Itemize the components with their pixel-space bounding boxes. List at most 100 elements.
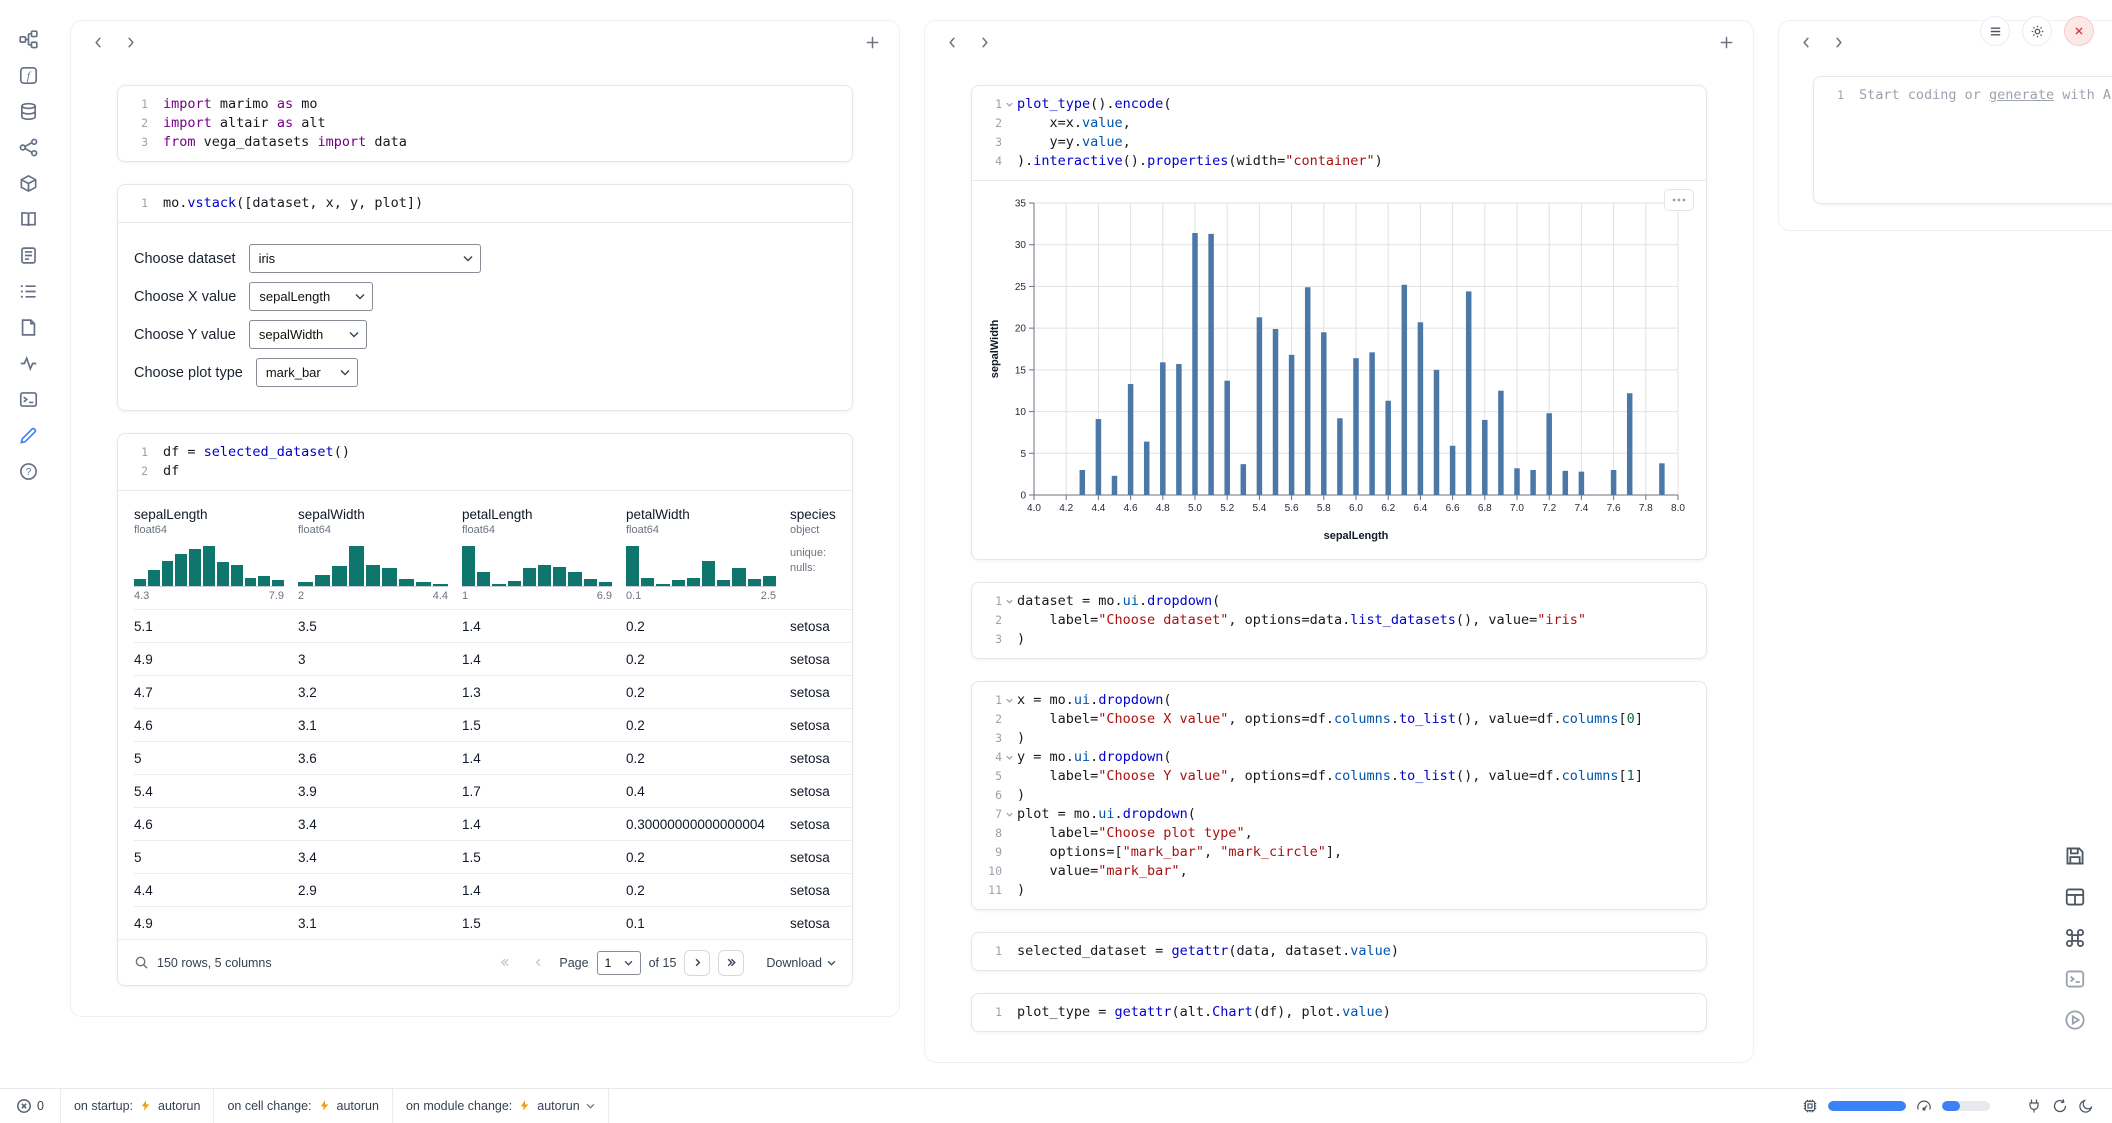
snippets-icon[interactable]	[17, 316, 39, 338]
shutdown-button[interactable]	[2064, 16, 2094, 46]
cpu-meter[interactable]	[1942, 1101, 1990, 1111]
data-sources-icon[interactable]	[17, 100, 39, 122]
altair-bar-chart[interactable]: 4.04.24.44.64.85.05.25.45.65.86.06.26.46…	[986, 193, 1686, 545]
fold-chevron-icon[interactable]	[1002, 691, 1017, 710]
table-column-header[interactable]: sepalLengthfloat644.37.9	[134, 507, 298, 602]
table-row[interactable]: 5.43.91.70.4setosa	[134, 774, 852, 807]
code-line[interactable]: 4).interactive().properties(width="conta…	[972, 152, 1696, 171]
chart-actions-menu-button[interactable]	[1664, 189, 1694, 211]
console-button[interactable]	[2064, 968, 2086, 990]
code-editor[interactable]: 1import marimo as mo2import altair as al…	[118, 86, 852, 161]
table-row[interactable]: 4.63.41.40.30000000000000004setosa	[134, 807, 852, 840]
errors-indicator[interactable]: 0	[0, 1098, 60, 1114]
first-page-button[interactable]	[491, 950, 517, 976]
connection-icon[interactable]	[2026, 1098, 2042, 1114]
run-all-button[interactable]	[2064, 1009, 2086, 1031]
next-page-button[interactable]	[684, 950, 710, 976]
code-editor[interactable]: 1plot_type = getattr(alt.Chart(df), plot…	[972, 994, 1706, 1031]
code-line[interactable]: 1plot_type = getattr(alt.Chart(df), plot…	[972, 1003, 1696, 1022]
code-line[interactable]: 3)	[972, 729, 1696, 748]
table-column-header[interactable]: petalWidthfloat640.12.5	[626, 507, 790, 602]
variables-icon[interactable]: f	[17, 64, 39, 86]
table-row[interactable]: 53.61.40.2setosa	[134, 741, 852, 774]
code-line[interactable]: 1x = mo.ui.dropdown(	[972, 691, 1696, 710]
cell-vstack[interactable]: 1mo.vstack([dataset, x, y, plot]) Choose…	[117, 184, 853, 411]
on-module-change-config[interactable]: on module change: autorun	[392, 1089, 609, 1123]
column-scroll-right-button[interactable]	[117, 29, 143, 55]
code-line[interactable]: 2import altair as alt	[118, 114, 842, 133]
outline-icon[interactable]	[17, 280, 39, 302]
code-line[interactable]: 6)	[972, 786, 1696, 805]
code-editor[interactable]: 1plot_type().encode(2 x=x.value,3 y=y.va…	[972, 86, 1706, 180]
save-button[interactable]	[2064, 845, 2086, 867]
plot-type-select[interactable]: mark_bar	[256, 358, 358, 387]
on-cell-change-config[interactable]: on cell change: autorun	[213, 1089, 392, 1123]
keyboard-shortcuts-button[interactable]	[2064, 927, 2086, 949]
generate-with-ai-link[interactable]: generate	[1989, 87, 2054, 103]
packages-icon[interactable]	[17, 172, 39, 194]
cell-selected-dataset[interactable]: 1selected_dataset = getattr(data, datase…	[971, 932, 1707, 971]
table-column-header[interactable]: sepalWidthfloat6424.4	[298, 507, 462, 602]
code-editor[interactable]: 1mo.vstack([dataset, x, y, plot])	[118, 185, 852, 222]
code-editor[interactable]: 1df = selected_dataset()2df	[118, 434, 852, 490]
logs-icon[interactable]	[17, 388, 39, 410]
x-value-select[interactable]: sepalLength	[249, 282, 373, 311]
code-line[interactable]: 2df	[118, 462, 842, 481]
code-line[interactable]: 1 Start coding or generate with AI	[1814, 86, 2112, 105]
column-scroll-left-button[interactable]	[939, 29, 965, 55]
ai-chat-icon[interactable]	[17, 424, 39, 446]
table-row[interactable]: 4.63.11.50.2setosa	[134, 708, 852, 741]
code-line[interactable]: 2 label="Choose X value", options=df.col…	[972, 710, 1696, 729]
help-icon[interactable]: ?	[17, 460, 39, 482]
code-line[interactable]: 3)	[972, 630, 1696, 649]
y-value-select[interactable]: sepalWidth	[249, 320, 367, 349]
code-line[interactable]: 5 label="Choose Y value", options=df.col…	[972, 767, 1696, 786]
prev-page-button[interactable]	[525, 950, 551, 976]
code-line[interactable]: 1selected_dataset = getattr(data, datase…	[972, 942, 1696, 961]
code-line[interactable]: 8 label="Choose plot type",	[972, 824, 1696, 843]
table-column-header[interactable]: petalLengthfloat6416.9	[462, 507, 626, 602]
dataset-select[interactable]: iris	[249, 244, 481, 273]
code-line[interactable]: 7plot = mo.ui.dropdown(	[972, 805, 1696, 824]
editor-placeholder[interactable]: Start coding or generate with AI	[1859, 86, 2112, 105]
cell-plot-type[interactable]: 1plot_type = getattr(alt.Chart(df), plot…	[971, 993, 1707, 1032]
code-line[interactable]: 3 y=y.value,	[972, 133, 1696, 152]
new-empty-cell[interactable]: 1 Start coding or generate with AI	[1813, 76, 2112, 204]
column-scroll-left-button[interactable]	[85, 29, 111, 55]
cell-dataset-dropdown[interactable]: 1dataset = mo.ui.dropdown(2 label="Choos…	[971, 582, 1707, 659]
add-cell-button[interactable]	[859, 29, 885, 55]
code-line[interactable]: 1import marimo as mo	[118, 95, 842, 114]
code-line[interactable]: 10 value="mark_bar",	[972, 862, 1696, 881]
code-editor[interactable]: 1dataset = mo.ui.dropdown(2 label="Choos…	[972, 583, 1706, 658]
column-scroll-left-button[interactable]	[1793, 29, 1819, 55]
code-line[interactable]: 1mo.vstack([dataset, x, y, plot])	[118, 194, 842, 213]
on-startup-config[interactable]: on startup: autorun	[60, 1089, 213, 1123]
code-line[interactable]: 2 label="Choose dataset", options=data.l…	[972, 611, 1696, 630]
file-explorer-icon[interactable]	[17, 28, 39, 50]
table-column-header[interactable]: speciesobjectunique:nulls:	[790, 507, 852, 602]
last-page-button[interactable]	[718, 950, 744, 976]
table-row[interactable]: 53.41.50.2setosa	[134, 840, 852, 873]
code-editor[interactable]: 1 Start coding or generate with AI	[1814, 77, 2112, 114]
column-scroll-right-button[interactable]	[1825, 29, 1851, 55]
table-search-icon[interactable]	[134, 955, 149, 970]
code-line[interactable]: 9 options=["mark_bar", "mark_circle"],	[972, 843, 1696, 862]
download-button[interactable]: Download	[766, 956, 836, 970]
settings-button[interactable]	[2022, 16, 2052, 46]
column-scroll-right-button[interactable]	[971, 29, 997, 55]
code-line[interactable]: 1dataset = mo.ui.dropdown(	[972, 592, 1696, 611]
fold-chevron-icon[interactable]	[1002, 748, 1017, 767]
memory-meter[interactable]	[1828, 1101, 1906, 1111]
cell-xyplot-dropdowns[interactable]: 1x = mo.ui.dropdown(2 label="Choose X va…	[971, 681, 1707, 910]
documentation-icon[interactable]	[17, 208, 39, 230]
code-line[interactable]: 1df = selected_dataset()	[118, 443, 842, 462]
cell-dataframe[interactable]: 1df = selected_dataset()2df sepalLengthf…	[117, 433, 853, 986]
table-row[interactable]: 4.73.21.30.2setosa	[134, 675, 852, 708]
code-line[interactable]: 3from vega_datasets import data	[118, 133, 842, 152]
dependencies-icon[interactable]	[17, 136, 39, 158]
table-row[interactable]: 5.13.51.40.2setosa	[134, 609, 852, 642]
page-select[interactable]: 1	[597, 951, 641, 975]
notebook-menu-button[interactable]	[1980, 16, 2010, 46]
code-line[interactable]: 11)	[972, 881, 1696, 900]
scratchpad-icon[interactable]	[17, 244, 39, 266]
